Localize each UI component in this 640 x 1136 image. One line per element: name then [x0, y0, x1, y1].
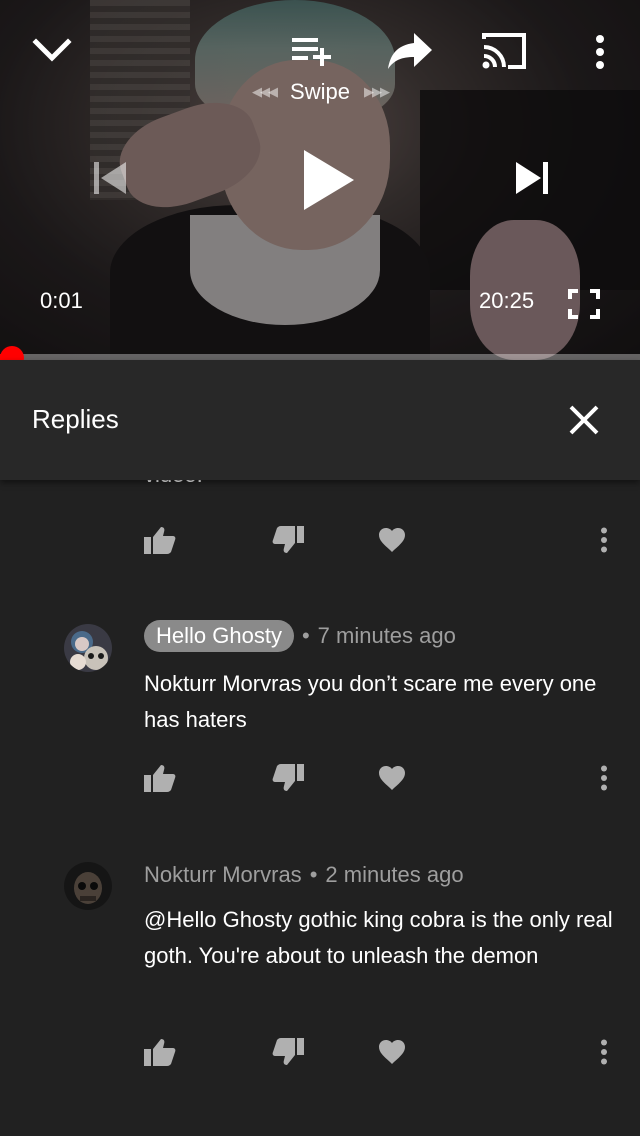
heart-icon[interactable] [370, 756, 414, 800]
thumb-up-icon[interactable] [138, 1030, 182, 1074]
avatar[interactable] [64, 862, 112, 910]
thumb-down-icon[interactable] [266, 1030, 310, 1074]
swipe-label: Swipe [290, 79, 350, 104]
replies-title: Replies [32, 404, 119, 434]
comment-author-chip[interactable]: Hello Ghosty [144, 620, 294, 652]
skip-previous-icon[interactable] [82, 150, 138, 206]
swipe-right-arrows: ▶▶▶ [363, 84, 390, 99]
close-icon[interactable] [558, 392, 610, 448]
comment-meta: Hello Ghosty • 7 minutes ago [144, 620, 456, 652]
total-duration: 20:25 [479, 288, 535, 313]
more-vert-icon[interactable] [584, 26, 616, 78]
meta-separator: • [309, 862, 318, 887]
comment-actions [0, 518, 640, 568]
comment-actions [0, 1030, 640, 1080]
more-vert-icon[interactable] [588, 1030, 620, 1074]
current-time: 0:01 [40, 288, 83, 313]
swipe-left-arrows: ◀◀◀ [252, 84, 278, 99]
comment-author[interactable]: Nokturr Morvras [144, 862, 302, 888]
thumb-up-icon[interactable] [138, 756, 182, 800]
more-vert-icon[interactable] [588, 756, 620, 800]
heart-icon[interactable] [370, 1030, 414, 1074]
thumb-down-icon[interactable] [266, 518, 310, 562]
chevron-down-icon[interactable] [24, 26, 80, 74]
comment-timestamp: 2 minutes ago [325, 862, 464, 887]
swipe-hint: ◀◀◀ Swipe ▶▶▶ [220, 78, 420, 106]
avatar[interactable] [64, 624, 112, 672]
add-to-queue-icon[interactable] [284, 30, 340, 70]
replies-header: Replies [0, 360, 640, 480]
fullscreen-icon[interactable] [562, 284, 606, 324]
comment-actions [0, 756, 640, 806]
video-player[interactable]: ◀◀◀ Swipe ▶▶▶ 0:01 20:25 [0, 0, 640, 360]
share-icon[interactable] [382, 26, 438, 76]
meta-separator: • [301, 623, 310, 648]
comment-text: @Hello Ghosty gothic king cobra is the o… [144, 907, 613, 968]
skip-next-icon[interactable] [504, 150, 560, 206]
thumb-down-icon[interactable] [266, 756, 310, 800]
play-icon[interactable] [290, 140, 366, 220]
comment-text: Nokturr Morvras you don’t scare me every… [144, 671, 597, 732]
heart-icon[interactable] [370, 518, 414, 562]
cast-icon[interactable] [476, 26, 532, 76]
more-vert-icon[interactable] [588, 518, 620, 562]
thumb-up-icon[interactable] [138, 518, 182, 562]
comment-timestamp: 7 minutes ago [317, 623, 456, 648]
comment-meta: Nokturr Morvras • 2 minutes ago [144, 862, 464, 888]
